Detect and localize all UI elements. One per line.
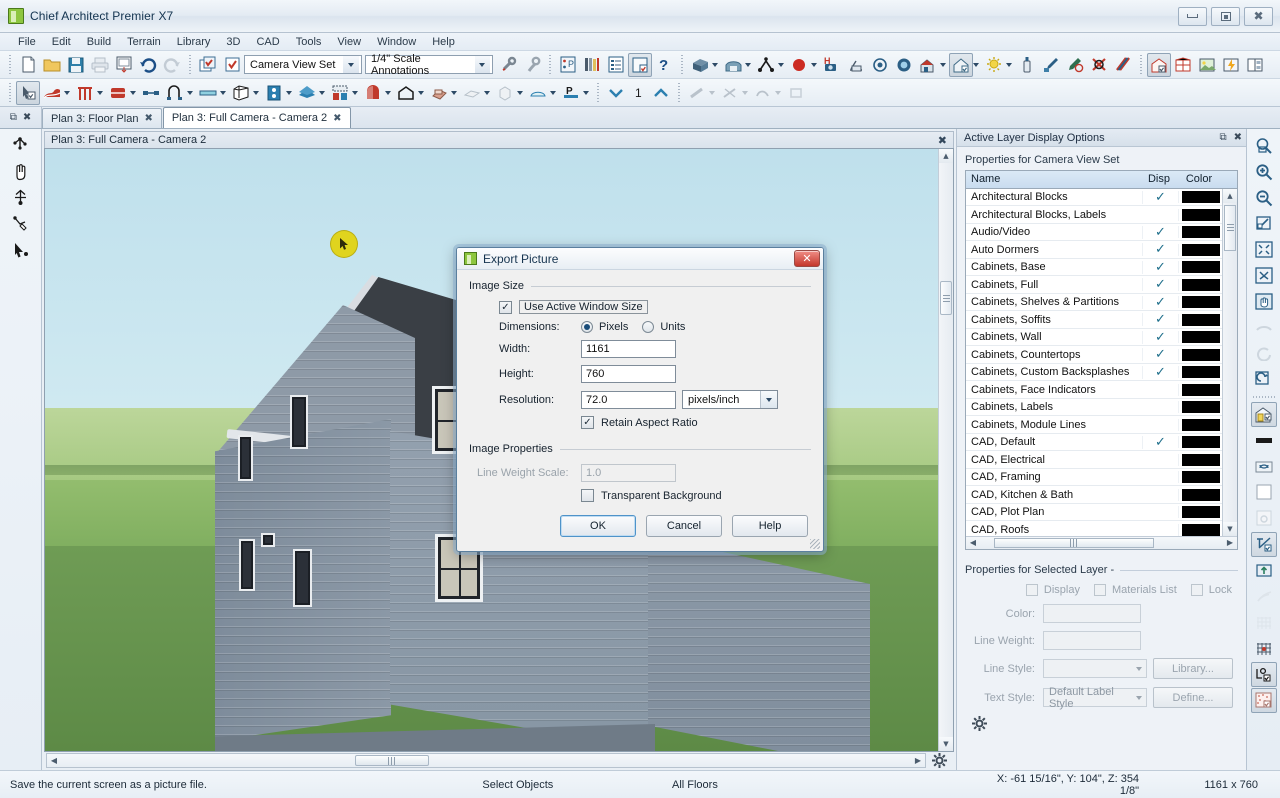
height-row: Height: 760	[469, 365, 811, 383]
pixels-radio[interactable]	[581, 321, 593, 333]
chevron-down-icon	[760, 391, 777, 408]
dimensions-row: Dimensions: Pixels Units	[469, 321, 811, 333]
use-active-window-size-label: Use Active Window Size	[519, 300, 648, 314]
dialog-resize-grip[interactable]	[810, 539, 820, 549]
retain-aspect-ratio-row: ✓ Retain Aspect Ratio	[469, 416, 811, 429]
use-active-window-size-checkbox[interactable]: ✓	[499, 300, 512, 314]
transparent-background-label: Transparent Background	[601, 489, 722, 502]
line-weight-scale-input: 1.0	[581, 464, 676, 482]
units-radio-label: Units	[660, 321, 686, 333]
use-active-window-size-row: ✓ Use Active Window Size	[469, 300, 811, 314]
application-window: Chief Architect Premier X7 ✖ File Edit B…	[0, 0, 1280, 798]
dialog-body: Image Size ✓ Use Active Window Size Dime…	[457, 270, 823, 551]
image-size-group-text: Image Size	[469, 280, 525, 292]
image-properties-group-label: Image Properties	[469, 443, 811, 455]
resolution-units-value: pixels/inch	[688, 393, 740, 406]
width-label: Width:	[499, 343, 531, 355]
dialog-title-bar: Export Picture ✕	[457, 248, 823, 270]
pixels-radio-label: Pixels	[599, 321, 629, 333]
width-row: Width: 1161	[469, 340, 811, 358]
dialog-title: Export Picture	[483, 251, 559, 266]
dialog-close-button[interactable]: ✕	[794, 250, 820, 267]
resolution-label: Resolution:	[499, 393, 555, 406]
image-size-group-label: Image Size	[469, 280, 811, 292]
image-properties-group-text: Image Properties	[469, 443, 553, 455]
app-logo-icon	[464, 252, 477, 265]
resolution-units-select[interactable]: pixels/inch	[682, 390, 778, 409]
height-input[interactable]: 760	[581, 365, 676, 383]
units-radio[interactable]	[642, 321, 655, 333]
export-picture-dialog: Export Picture ✕ Image Size ✓ Use Active…	[453, 244, 827, 555]
retain-aspect-ratio-label: Retain Aspect Ratio	[601, 416, 698, 429]
transparent-background-checkbox[interactable]: ✓	[581, 489, 594, 502]
help-button[interactable]: Help	[732, 515, 808, 537]
ok-button[interactable]: OK	[560, 515, 636, 537]
width-input[interactable]: 1161	[581, 340, 676, 358]
dialog-button-row: OK Cancel Help	[457, 515, 823, 537]
dimensions-label: Dimensions:	[499, 321, 560, 333]
cancel-button[interactable]: Cancel	[646, 515, 722, 537]
transparent-background-row: ✓ Transparent Background	[469, 489, 811, 502]
retain-aspect-ratio-checkbox[interactable]: ✓	[581, 416, 594, 429]
line-weight-scale-row: Line Weight Scale: 1.0	[469, 464, 811, 482]
modal-overlay: Export Picture ✕ Image Size ✓ Use Active…	[0, 0, 1280, 798]
height-label: Height:	[499, 368, 534, 380]
line-weight-scale-label: Line Weight Scale:	[477, 467, 569, 479]
resolution-row: Resolution: 72.0 pixels/inch	[469, 390, 811, 409]
resolution-input[interactable]: 72.0	[581, 390, 676, 409]
